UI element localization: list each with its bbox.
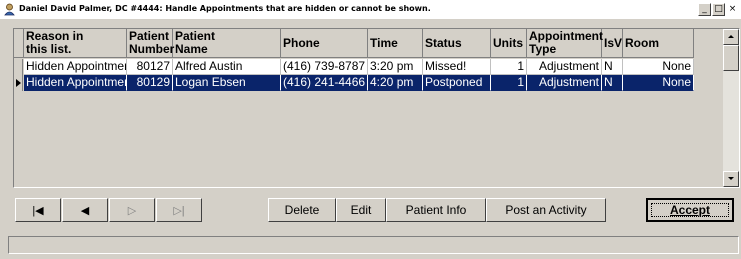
column-header-patient-name[interactable]: Patient Name <box>173 29 281 58</box>
cell-appointment-type: Adjustment <box>527 59 602 75</box>
scroll-down-button[interactable] <box>723 171 739 187</box>
row-indicator <box>14 75 23 91</box>
cell-patient-name: Logan Ebsen <box>173 75 281 91</box>
table-row[interactable]: Hidden Appointmen 80127 Alfred Austin (4… <box>14 59 694 75</box>
cell-room: None <box>623 59 694 75</box>
column-header-patient-number[interactable]: Patient Number <box>127 29 174 58</box>
cell-patient-number: 80127 <box>127 59 173 75</box>
focus-rectangle <box>651 203 729 217</box>
accept-button[interactable]: Accept <box>646 198 734 222</box>
cell-status: Missed! <box>423 59 491 75</box>
edit-button[interactable]: Edit <box>336 198 386 222</box>
column-header-status[interactable]: Status <box>423 29 491 58</box>
column-header-appointment-type[interactable]: Appointment Type <box>527 29 603 58</box>
column-header-reason[interactable]: Reason in this list. <box>24 29 127 58</box>
column-header-units[interactable]: Units <box>491 29 527 58</box>
cell-time: 3:20 pm <box>368 59 423 75</box>
last-record-button[interactable]: ▷| <box>156 198 202 222</box>
cell-isv: N <box>602 59 623 75</box>
window-title: Daniel David Palmer, DC #4444: Handle Ap… <box>19 4 431 13</box>
cell-time: 4:20 pm <box>368 75 423 91</box>
grid-body: Reason in this list. Patient Number Pati… <box>14 29 723 187</box>
prior-record-button[interactable]: ◀ <box>62 198 108 222</box>
arrow-up-icon <box>728 35 734 38</box>
cell-appointment-type: Adjustment <box>527 75 602 91</box>
appointments-grid[interactable]: Reason in this list. Patient Number Pati… <box>13 28 740 188</box>
title-bar: Daniel David Palmer, DC #4444: Handle Ap… <box>0 0 741 19</box>
table-row-selected[interactable]: Hidden Appointmen 80129 Logan Ebsen (416… <box>14 75 694 91</box>
row-indicator <box>14 59 23 75</box>
cell-patient-name: Alfred Austin <box>173 59 281 75</box>
column-header-room[interactable]: Room <box>623 29 694 58</box>
indicator-header <box>14 29 24 58</box>
column-header-phone[interactable]: Phone <box>281 29 368 58</box>
column-header-time[interactable]: Time <box>368 29 423 58</box>
next-record-button[interactable]: ▷ <box>109 198 155 222</box>
cell-phone: (416) 739-8787 <box>281 59 368 75</box>
cell-reason: Hidden Appointmen <box>24 59 127 75</box>
delete-button[interactable]: Delete <box>268 198 336 222</box>
maximize-button[interactable]: □ <box>712 3 725 16</box>
cell-room: None <box>623 75 694 91</box>
scroll-thumb[interactable] <box>723 45 739 71</box>
grid-header: Reason in this list. Patient Number Pati… <box>14 29 723 59</box>
minimize-button[interactable]: _ <box>698 3 711 16</box>
cell-phone: (416) 241-4466 <box>281 75 368 91</box>
record-navigator: |◀ ◀ ▷ ▷| <box>15 198 203 223</box>
post-activity-button[interactable]: Post an Activity <box>486 198 606 222</box>
arrow-down-icon <box>728 177 734 180</box>
cell-units: 1 <box>491 59 527 75</box>
scroll-up-button[interactable] <box>723 29 739 45</box>
column-header-isv[interactable]: IsV <box>602 29 623 58</box>
first-record-button[interactable]: |◀ <box>15 198 61 222</box>
patient-info-button[interactable]: Patient Info <box>386 198 486 222</box>
cell-status: Postponed <box>423 75 491 91</box>
current-row-arrow-icon <box>16 79 21 87</box>
cell-isv: N <box>602 75 623 91</box>
window-controls: _ □ × <box>697 3 739 17</box>
app-icon <box>4 3 15 16</box>
vertical-scrollbar[interactable] <box>723 29 739 187</box>
appointments-window: Daniel David Palmer, DC #4444: Handle Ap… <box>0 0 741 259</box>
cell-units: 1 <box>491 75 527 91</box>
status-bar <box>8 236 739 254</box>
cell-patient-number: 80129 <box>127 75 173 91</box>
cell-reason: Hidden Appointmen <box>24 75 127 91</box>
close-button[interactable]: × <box>726 3 739 16</box>
